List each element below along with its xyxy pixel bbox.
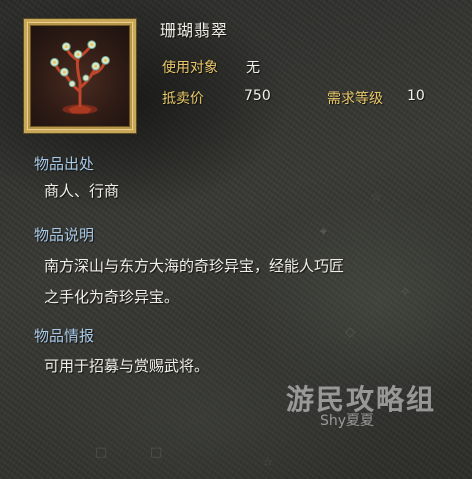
background-glyph: ✧	[400, 285, 411, 300]
info-text: 可用于招募与赏赐武将。	[44, 357, 210, 375]
coral-jade-tree-icon	[50, 40, 110, 115]
level-value: 10	[407, 88, 425, 104]
item-portrait	[30, 25, 130, 127]
price-value: 750	[244, 88, 271, 104]
description-line: 之手化为奇珍异宝。	[44, 288, 180, 306]
background-glyph: □	[95, 445, 108, 460]
info-heading: 物品情报	[34, 327, 95, 345]
background-glyph: ✦	[318, 225, 329, 240]
description-heading: 物品说明	[34, 226, 95, 244]
target-value: 无	[246, 60, 260, 76]
watermark-author: Shy夏夏	[320, 413, 375, 429]
item-name: 珊瑚翡翠	[160, 21, 229, 40]
origin-text: 商人、行商	[44, 182, 120, 200]
watermark-logo: 游民攻略组 Shy夏夏	[278, 378, 458, 438]
background-glyph: ◇	[345, 325, 355, 340]
target-label: 使用对象	[162, 60, 218, 76]
background-glyph: ☆	[262, 455, 274, 470]
origin-heading: 物品出处	[34, 155, 95, 173]
item-portrait-frame	[24, 19, 136, 133]
background-glyph: □	[150, 445, 163, 460]
description-line: 南方深山与东方大海的奇珍异宝，经能人巧匠	[44, 257, 345, 275]
price-label: 抵卖价	[162, 91, 204, 107]
item-detail-panel: ☆ ✦ ◇ ✧ □ □ ☆ 珊瑚翡翠 使用对象 无 抵卖价 750 需求等级 1…	[0, 0, 472, 479]
level-label: 需求等级	[327, 91, 383, 107]
background-glyph: ☆	[370, 190, 382, 205]
